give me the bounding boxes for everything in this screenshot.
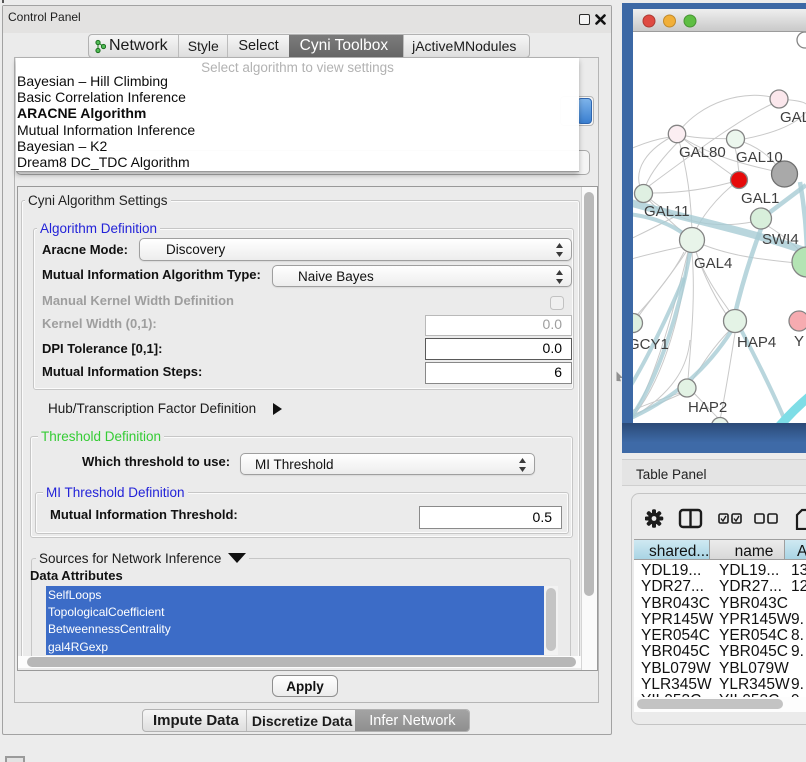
svg-text:GAL10: GAL10 [736, 149, 783, 166]
svg-text:GAL1: GAL1 [741, 190, 779, 207]
svg-text:HAP2: HAP2 [688, 399, 727, 416]
svg-text:GAL7: GAL7 [780, 109, 806, 126]
svg-text:GAL4: GAL4 [694, 255, 732, 272]
svg-text:Y: Y [794, 333, 804, 350]
svg-text:GAL80: GAL80 [679, 144, 726, 161]
svg-text:HAP4: HAP4 [737, 334, 776, 351]
svg-text:GAL11: GAL11 [644, 203, 690, 220]
svg-text:GCY1: GCY1 [633, 336, 669, 353]
svg-text:SWI4: SWI4 [762, 231, 799, 248]
